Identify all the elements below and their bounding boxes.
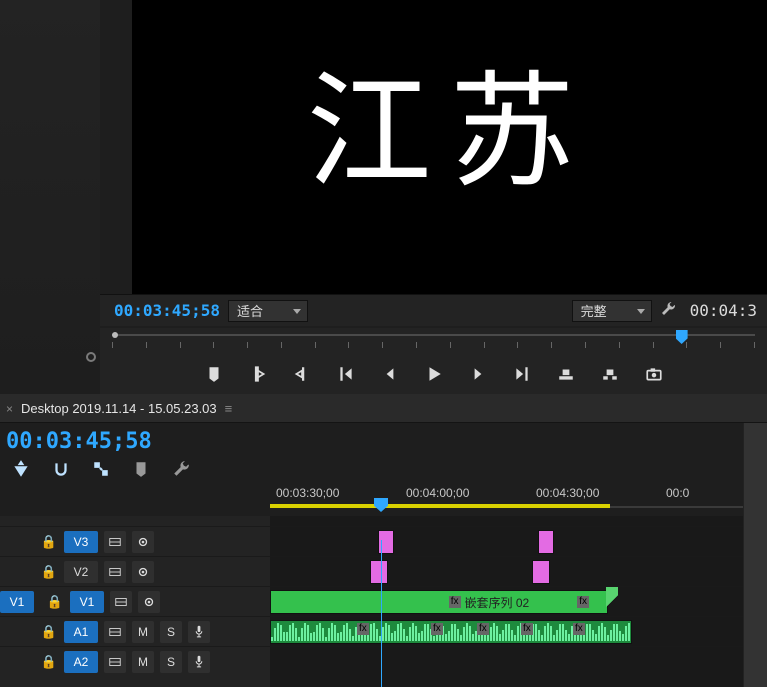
source-patch-v1[interactable]: V1 [0, 591, 34, 613]
track-label-v2[interactable]: V2 [64, 561, 98, 583]
ruler-tick-label: 00:04:00;00 [406, 486, 469, 500]
track-header-v1[interactable]: V1 🔒 V1 [0, 586, 270, 616]
playback-quality-dropdown[interactable]: 完整 [572, 300, 652, 322]
sync-lock-icon[interactable] [104, 651, 126, 673]
timeline-timecode[interactable]: 00:03:45;58 [6, 429, 152, 454]
tab-menu-icon[interactable]: ≡ [225, 401, 233, 416]
timeline-tab-bar: × Desktop 2019.11.14 - 15.05.23.03 ≡ [0, 395, 767, 423]
timeline-tracks-body[interactable]: fx 嵌套序列 02 fx fx fx fx fx [270, 516, 767, 687]
track-label-a2[interactable]: A2 [64, 651, 98, 673]
timeline-playhead-marker[interactable] [374, 498, 388, 512]
nested-sequence-clip[interactable]: fx 嵌套序列 02 fx [270, 590, 608, 614]
timeline-playhead-line[interactable] [381, 540, 382, 687]
add-marker-button[interactable] [204, 364, 224, 384]
monitor-time-ruler[interactable] [100, 328, 767, 354]
audio-clip[interactable]: fx fx fx fx fx [270, 620, 632, 644]
solo-button[interactable]: S [160, 651, 182, 673]
timeline-ruler[interactable]: 00:03:30;00 00:04:00;00 00:04:30;00 00:0 [270, 486, 767, 516]
right-panel-sliver [743, 423, 767, 687]
lift-button[interactable] [556, 364, 576, 384]
track-header-a1[interactable]: 🔒 A1 M S [0, 616, 270, 646]
zoom-fit-dropdown[interactable]: 适合 [228, 300, 308, 322]
sync-lock-icon[interactable] [104, 561, 126, 583]
sync-lock-icon[interactable] [104, 621, 126, 643]
snap-icon[interactable] [52, 460, 70, 478]
ruler-tick-label: 00:04:30;00 [536, 486, 599, 500]
fx-badge: fx [431, 623, 443, 635]
fx-badge: fx [449, 596, 461, 608]
preview-title-text: 江苏 [307, 30, 593, 211]
mark-out-button[interactable] [292, 364, 312, 384]
mute-button[interactable]: M [132, 621, 154, 643]
toggle-track-output-icon[interactable] [132, 561, 154, 583]
video-clip[interactable] [532, 560, 550, 584]
fx-badge: fx [477, 623, 489, 635]
step-forward-button[interactable] [468, 364, 488, 384]
track-label-a1[interactable]: A1 [64, 621, 98, 643]
lock-icon[interactable]: 🔒 [40, 534, 58, 550]
toggle-track-output-icon[interactable] [138, 591, 160, 613]
resize-handle-icon[interactable] [86, 352, 96, 362]
video-clip[interactable] [370, 560, 388, 584]
sequence-tab-title[interactable]: Desktop 2019.11.14 - 15.05.23.03 [21, 401, 217, 416]
solo-button[interactable]: S [160, 621, 182, 643]
track-headers: 🔒 V3 🔒 V2 V1 🔒 V1 [0, 516, 270, 687]
monitor-controls-bar: 00:03:45;58 适合 完整 00:04:3 [100, 294, 767, 326]
timeline-panel: 00:03:45;58 00:03:30;00 00:04:00;00 00:0… [0, 423, 767, 687]
lock-icon[interactable]: 🔒 [40, 654, 58, 670]
ruler-tick-label: 00:0 [666, 486, 689, 500]
fx-badge: fx [357, 623, 369, 635]
track-label-v1[interactable]: V1 [70, 591, 104, 613]
fx-badge: fx [573, 623, 585, 635]
voiceover-mic-icon[interactable] [188, 621, 210, 643]
track-header-a2[interactable]: 🔒 A2 M S [0, 646, 270, 676]
go-to-in-button[interactable] [336, 364, 356, 384]
transport-controls [100, 354, 767, 394]
timeline-settings-icon[interactable] [172, 460, 190, 478]
monitor-out-timecode[interactable]: 00:04:3 [690, 301, 757, 320]
lock-icon[interactable]: 🔒 [40, 564, 58, 580]
go-to-out-button[interactable] [512, 364, 532, 384]
settings-wrench-icon[interactable] [660, 301, 676, 320]
marker-tool-icon[interactable] [132, 460, 150, 478]
mute-button[interactable]: M [132, 651, 154, 673]
toggle-track-output-icon[interactable] [132, 531, 154, 553]
linked-selection-icon[interactable] [92, 460, 110, 478]
clip-end-transition[interactable] [606, 587, 618, 616]
program-monitor: 江苏 00:03:45;58 适合 完整 00:04:3 [100, 0, 767, 394]
fx-badge: fx [577, 596, 589, 608]
video-clip[interactable] [538, 530, 554, 554]
mark-in-button[interactable] [248, 364, 268, 384]
preview-viewport: 江苏 [132, 0, 767, 294]
monitor-timecode[interactable]: 00:03:45;58 [114, 301, 220, 320]
fx-badge: fx [521, 623, 533, 635]
project-panel-sidebar [0, 0, 100, 394]
export-frame-button[interactable] [644, 364, 664, 384]
play-button[interactable] [424, 364, 444, 384]
tab-close-button[interactable]: × [6, 402, 13, 416]
track-label-v3[interactable]: V3 [64, 531, 98, 553]
voiceover-mic-icon[interactable] [188, 651, 210, 673]
extract-button[interactable] [600, 364, 620, 384]
step-back-button[interactable] [380, 364, 400, 384]
ruler-tick-label: 00:03:30;00 [276, 486, 339, 500]
lock-icon[interactable]: 🔒 [40, 624, 58, 640]
sync-lock-icon[interactable] [104, 531, 126, 553]
timeline-tools [0, 456, 767, 486]
track-header-v2[interactable]: 🔒 V2 [0, 556, 270, 586]
insert-sequence-icon[interactable] [12, 460, 30, 478]
track-header-v3[interactable]: 🔒 V3 [0, 526, 270, 556]
sync-lock-icon[interactable] [110, 591, 132, 613]
lock-icon[interactable]: 🔒 [46, 594, 64, 610]
clip-label: 嵌套序列 02 [465, 594, 530, 611]
